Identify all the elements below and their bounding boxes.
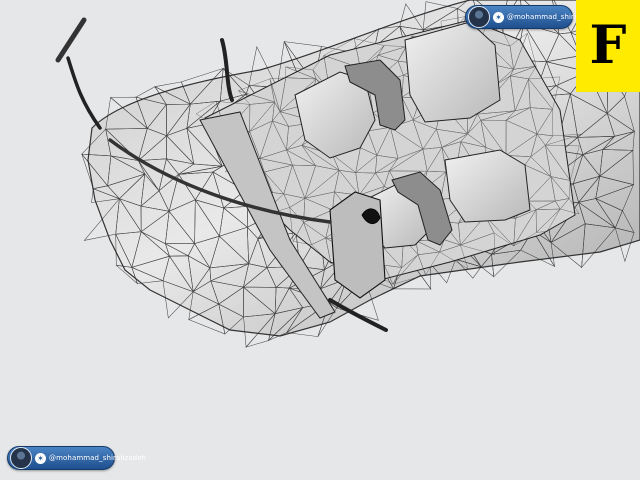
watermark-handle: @mohammad_shiralizadeh (49, 454, 147, 462)
dashboard (329, 191, 386, 299)
rear-antenna (66, 56, 102, 130)
avatar (468, 6, 490, 28)
avatar (10, 447, 32, 469)
rear-seat-left (404, 21, 501, 123)
twitter-bird-icon: ✶ (493, 11, 504, 23)
rear-antenna-tip (55, 17, 87, 63)
watermark-badge-top: ✶ @mohammad_shiralizadeh (465, 5, 604, 29)
twitter-bird-icon: ✶ (35, 452, 46, 464)
rear-seat-right (444, 149, 531, 223)
level-letter: F (589, 15, 627, 76)
car-wireframe-render (55, 0, 640, 348)
level-letter-tile: F (576, 0, 640, 92)
watermark-badge-bottom: ✶ @mohammad_shiralizadeh (7, 446, 146, 470)
